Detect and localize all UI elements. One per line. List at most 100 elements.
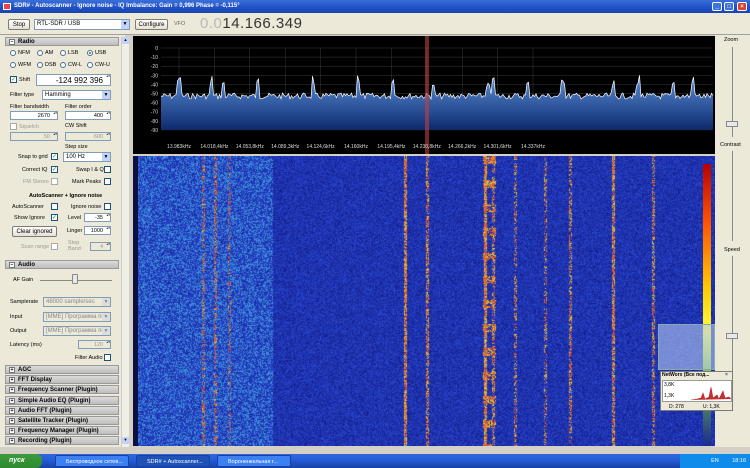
shift-checkbox[interactable]: ✓	[10, 76, 17, 83]
system-tray: EN 18:16	[680, 454, 750, 468]
contrast-track	[732, 151, 733, 241]
samplerate-label: Samplerate	[10, 299, 39, 305]
mode-am-radio[interactable]	[37, 50, 43, 56]
swap-iq-checkbox[interactable]	[104, 166, 111, 173]
start-button[interactable]: пуск	[0, 454, 42, 468]
ignore-noise-checkbox[interactable]	[104, 203, 111, 210]
autoscanner-checkbox[interactable]	[51, 203, 58, 210]
plugin-section-header[interactable]: + Satellite Tracker (Plugin)	[5, 416, 119, 425]
radio-section-header[interactable]: − Radio	[5, 37, 119, 46]
snap-label: Snap to grid	[18, 154, 48, 160]
window-title: SDR# - Autoscanner - Ignore noise - IQ I…	[14, 3, 240, 9]
task-sdrsharp[interactable]: SDR# + Autoscanner...	[136, 455, 210, 467]
filter-type-label: Filter type	[10, 92, 35, 98]
plugin-section-header[interactable]: + Audio FFT (Plugin)	[5, 405, 119, 415]
vfo-marker[interactable]	[425, 36, 429, 154]
mode-cwl-radio[interactable]	[60, 62, 66, 68]
cw-shift-label: CW Shift	[65, 123, 87, 129]
linger-label: Linger	[67, 228, 83, 234]
audio-section-header[interactable]: − Audio	[5, 260, 119, 269]
mode-cwu-radio[interactable]	[87, 62, 93, 68]
scroll-down-icon[interactable]: ▼	[122, 437, 129, 444]
collapse-icon: −	[9, 39, 15, 45]
plugin-section-header[interactable]: + AGC	[5, 365, 119, 374]
db-tick-label: -60	[151, 101, 158, 107]
squelch-checkbox[interactable]	[10, 123, 17, 130]
mark-peaks-checkbox[interactable]	[104, 178, 111, 185]
close-button[interactable]: ×	[737, 2, 747, 11]
filter-audio-checkbox[interactable]	[104, 354, 111, 361]
speed-slider[interactable]	[726, 333, 738, 339]
mode-nfm-radio[interactable]	[10, 50, 16, 56]
source-value: RTL-SDR / USB	[37, 21, 81, 27]
source-select[interactable]: RTL-SDR / USB ▼	[34, 19, 130, 30]
af-gain-slider[interactable]	[72, 274, 78, 284]
vfo-frequency: 14.166.349	[222, 15, 303, 32]
mode-label: CW-L	[68, 62, 82, 68]
section-title: Satellite Tracker (Plugin)	[18, 418, 89, 424]
speed-label: Speed	[724, 247, 740, 253]
expand-icon: +	[9, 438, 15, 445]
networx-widget[interactable]: NetWorx (Все под... × 3,8K 1,3K D: 278 U…	[660, 371, 733, 411]
shift-input[interactable]: -124 992 396	[36, 74, 111, 86]
filter-order-input[interactable]: 400	[65, 111, 111, 120]
linger-input[interactable]: 1000	[84, 226, 111, 235]
minimize-button[interactable]: _	[712, 2, 722, 11]
waterfall-display[interactable]	[133, 156, 715, 446]
language-indicator[interactable]: EN	[711, 458, 719, 464]
plugin-section-header[interactable]: + Frequency Manager (Plugin)	[5, 426, 119, 436]
filter-bandwidth-input[interactable]: 2670	[10, 111, 58, 120]
plugin-section-header[interactable]: + Frequency Scanner (Plugin)	[5, 385, 119, 395]
networx-download: D: 278	[669, 404, 684, 410]
clock: 18:16	[732, 458, 746, 464]
mode-label: LSB	[68, 50, 79, 56]
task-third[interactable]: Вороненкельная г...	[217, 455, 291, 467]
configure-button[interactable]: Configure	[135, 19, 168, 30]
step-size-select[interactable]: 100 Hz ▼	[63, 152, 111, 162]
mode-dsb-radio[interactable]	[37, 62, 43, 68]
task-wireless[interactable]: Беспроводное сетев...	[55, 455, 129, 467]
ignore-noise-label: Ignore noise	[71, 204, 102, 210]
spectrum-trace	[160, 75, 714, 101]
scan-range-checkbox[interactable]	[51, 243, 58, 250]
freq-tick-label: 14.124,6kHz	[307, 144, 336, 150]
plugin-section-header[interactable]: + FFT Display	[5, 375, 119, 385]
latency-input[interactable]: 120	[78, 340, 111, 349]
fm-stereo-checkbox[interactable]	[51, 178, 58, 185]
freq-tick-label: 14.230,8kHz	[413, 144, 442, 150]
db-tick-label: 0	[155, 46, 158, 52]
mode-wfm-radio[interactable]	[10, 62, 16, 68]
expand-icon: +	[9, 387, 15, 394]
mode-usb-radio[interactable]	[87, 50, 93, 56]
title-bar: SDR# - Autoscanner - Ignore noise - IQ I…	[0, 0, 750, 13]
collapse-icon: −	[9, 262, 15, 268]
level-input[interactable]: -35	[84, 213, 111, 222]
squelch-input[interactable]: 50	[10, 132, 58, 141]
plugin-section-header[interactable]: + Recording (Plugin)	[5, 436, 119, 446]
vfo-display[interactable]: 0.014.166.349	[200, 15, 302, 32]
stop-button[interactable]: Stop	[8, 19, 30, 30]
input-select[interactable]: [MME] Программа пе ▼	[43, 312, 111, 322]
close-icon[interactable]: ×	[725, 372, 731, 378]
left-panel-scrollbar[interactable]: ▲ ▼	[121, 37, 129, 447]
scroll-up-icon[interactable]: ▲	[122, 37, 129, 44]
filter-type-select[interactable]: Hamming ▼	[42, 90, 111, 100]
overlay-widget	[658, 324, 715, 370]
vfo-dim-digits: 0.0	[200, 15, 223, 32]
clear-ignored-button[interactable]: Clear ignored	[12, 226, 57, 237]
spectrum-display[interactable]: 0 -10 -20 -30 -40 -50 -60 -70 -80 -90 13.983kHz 14.…	[133, 36, 715, 154]
cw-shift-input[interactable]: 600	[65, 132, 111, 141]
maximize-button[interactable]: □	[724, 2, 734, 11]
networx-title: NetWorx (Все под...	[662, 372, 710, 378]
zoom-slider[interactable]	[726, 121, 738, 127]
db-tick-label: -90	[151, 128, 158, 134]
plugin-section-header[interactable]: + Simple Audio EQ (Plugin)	[5, 395, 119, 405]
mode-lsb-radio[interactable]	[60, 50, 66, 56]
show-ignore-checkbox[interactable]: ✓	[51, 214, 58, 221]
step-band-input[interactable]: 4	[90, 242, 111, 251]
latency-label: Latency (ms)	[10, 342, 42, 348]
output-select[interactable]: [MME] Программа пе ▼	[43, 326, 111, 336]
correct-iq-checkbox[interactable]: ✓	[51, 166, 58, 173]
samplerate-select[interactable]: 48000 sample/sec ▼	[43, 297, 111, 307]
snap-checkbox[interactable]: ✓	[51, 153, 58, 160]
